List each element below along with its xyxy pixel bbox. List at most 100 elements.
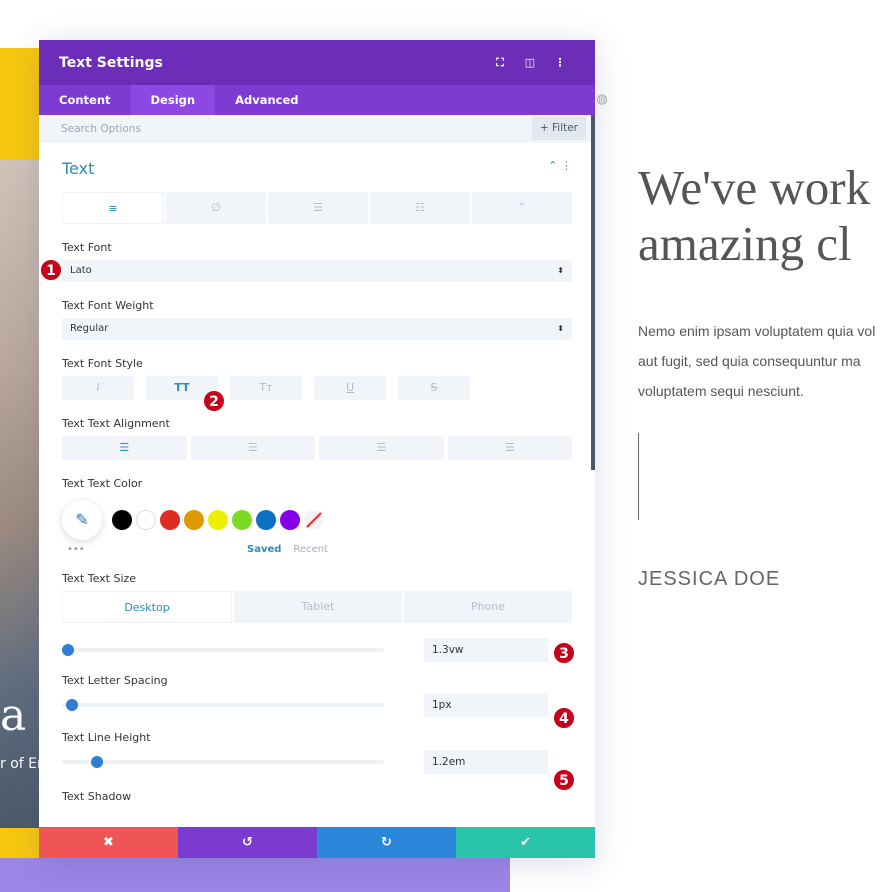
alignment-label: Text Text Alignment xyxy=(62,417,170,430)
text-settings-panel: Text Settings ⛶ ◫ ⋮ Content Design Advan… xyxy=(39,40,595,858)
split-view-icon[interactable]: ◫ xyxy=(515,56,545,69)
align-right-icon[interactable]: ☰ xyxy=(319,436,444,460)
annotation-badge: 3 xyxy=(553,642,575,664)
paragraph-line: voluptatem sequi nesciunt. xyxy=(638,383,804,399)
swatch-orange[interactable] xyxy=(184,510,204,530)
headline-line: amazing cl xyxy=(638,216,852,271)
collapse-icon[interactable]: ⌃ ⋮ xyxy=(548,159,572,178)
line-height-slider[interactable] xyxy=(62,756,384,768)
line-height-label: Text Line Height xyxy=(62,731,151,744)
section-header-text[interactable]: Text ⌃ ⋮ xyxy=(62,159,572,178)
letter-spacing-label: Text Letter Spacing xyxy=(62,674,168,687)
strikethrough-button[interactable]: S xyxy=(398,376,470,400)
color-swatches: ✎ xyxy=(62,500,572,540)
tab-advanced[interactable]: Advanced xyxy=(215,85,318,115)
eyedropper-icon[interactable]: ✎ xyxy=(62,500,102,540)
search-placeholder: Search Options xyxy=(61,123,141,135)
swatch-none[interactable] xyxy=(304,510,324,530)
panel-header: Text Settings ⛶ ◫ ⋮ xyxy=(39,40,595,85)
slider-handle[interactable] xyxy=(62,644,75,656)
swatch-black[interactable] xyxy=(112,510,132,530)
font-weight-select[interactable]: Regular ⬍ xyxy=(62,318,572,340)
line-height-slider-row: 1.2em xyxy=(62,750,572,774)
alignment-buttons: ☰ ☰ ☰ ☰ xyxy=(62,436,572,460)
redo-button[interactable]: ↻ xyxy=(317,827,456,858)
capitalize-button[interactable]: Tт xyxy=(230,376,302,400)
font-weight-value: Regular xyxy=(70,323,109,334)
save-button[interactable]: ✔ xyxy=(456,827,595,858)
paragraph-icon[interactable]: ≡ xyxy=(62,192,164,224)
letter-spacing-slider[interactable] xyxy=(62,699,384,711)
line-height-input[interactable]: 1.2em xyxy=(424,750,548,774)
text-size-input[interactable]: 1.3vw xyxy=(424,638,548,662)
letter-spacing-input[interactable]: 1px xyxy=(424,693,548,717)
tab-design[interactable]: Design xyxy=(130,85,216,115)
annotation-badge: 4 xyxy=(553,707,575,729)
author-name: JESSICA DOE xyxy=(638,568,781,590)
text-size-label: Text Text Size xyxy=(62,572,137,585)
text-size-slider-row: 1.3vw xyxy=(62,638,572,662)
device-tabs: Desktop Tablet Phone xyxy=(62,591,572,623)
slider-handle[interactable] xyxy=(65,699,78,711)
ordered-list-icon[interactable]: ☷ xyxy=(370,192,470,224)
tab-desktop[interactable]: Desktop xyxy=(62,591,232,623)
link-icon[interactable]: ∅ xyxy=(166,192,266,224)
more-options-icon[interactable]: ⋮ xyxy=(545,56,575,69)
letter-spacing-slider-row: 1px xyxy=(62,693,572,717)
recent-colors-tab[interactable]: Recent xyxy=(293,544,328,555)
align-left-icon[interactable]: ☰ xyxy=(62,436,187,460)
font-weight-label: Text Font Weight xyxy=(62,299,154,312)
font-style-label: Text Font Style xyxy=(62,357,143,370)
filter-button[interactable]: + Filter xyxy=(531,117,586,140)
text-color-label: Text Text Color xyxy=(62,477,143,490)
paragraph: Nemo enim ipsam voluptatem quia vol aut … xyxy=(638,316,880,406)
align-justify-icon[interactable]: ☰ xyxy=(447,436,572,460)
swatch-red[interactable] xyxy=(160,510,180,530)
divider-line xyxy=(638,433,639,520)
more-colors-icon[interactable]: ••• xyxy=(67,544,85,555)
panel-title: Text Settings xyxy=(59,54,163,71)
fullscreen-icon[interactable]: ⛶ xyxy=(485,56,515,70)
annotation-badge: 1 xyxy=(40,259,62,281)
swatch-green[interactable] xyxy=(232,510,252,530)
yellow-block xyxy=(0,48,40,160)
purple-section xyxy=(0,858,510,892)
underline-button[interactable]: U xyxy=(314,376,386,400)
select-arrows-icon: ⬍ xyxy=(557,324,564,333)
swatch-purple[interactable] xyxy=(280,510,300,530)
section-title: Text xyxy=(62,159,95,178)
blockquote-icon[interactable]: ” xyxy=(472,192,572,224)
text-size-slider[interactable] xyxy=(62,644,384,656)
tab-tablet[interactable]: Tablet xyxy=(234,591,402,623)
annotation-badge: 5 xyxy=(553,769,575,791)
headline-line: We've work xyxy=(638,160,871,215)
slider-handle[interactable] xyxy=(91,756,104,768)
text-font-label: Text Font xyxy=(62,241,112,254)
undo-button[interactable]: ↺ xyxy=(178,827,317,858)
swatch-blue[interactable] xyxy=(256,510,276,530)
yellow-block-bottom xyxy=(0,828,40,858)
tab-content[interactable]: Content xyxy=(39,85,131,115)
text-font-value: Lato xyxy=(70,265,92,276)
select-arrows-icon: ⬍ xyxy=(557,266,564,275)
search-options-input[interactable]: Search Options + Filter xyxy=(39,115,595,143)
annotation-badge: 2 xyxy=(203,390,225,412)
saved-colors-tab[interactable]: Saved xyxy=(247,544,281,555)
text-shadow-label: Text Shadow xyxy=(62,790,132,803)
unordered-list-icon[interactable]: ☰ xyxy=(268,192,368,224)
paragraph-line: Nemo enim ipsam voluptatem quia vol xyxy=(638,323,876,339)
italic-button[interactable]: I xyxy=(62,376,134,400)
panel-footer: ✖ ↺ ↻ ✔ xyxy=(39,827,595,858)
cancel-button[interactable]: ✖ xyxy=(39,827,178,858)
text-font-select[interactable]: Lato ⬍ xyxy=(62,260,572,282)
font-style-buttons: I TT Tт U S xyxy=(62,376,572,400)
align-center-icon[interactable]: ☰ xyxy=(190,436,315,460)
tab-phone[interactable]: Phone xyxy=(404,591,572,623)
paragraph-line: aut fugit, sed quia consequuntur ma xyxy=(638,353,861,369)
swatch-yellow[interactable] xyxy=(208,510,228,530)
panel-tabs: Content Design Advanced xyxy=(39,85,595,115)
testimonial-section: We've work amazing cl Nemo enim ipsam vo… xyxy=(638,160,880,590)
text-subtabs: ≡ ∅ ☰ ☷ ” xyxy=(62,192,572,224)
swatch-white[interactable] xyxy=(136,510,156,530)
headline: We've work amazing cl xyxy=(638,160,880,272)
